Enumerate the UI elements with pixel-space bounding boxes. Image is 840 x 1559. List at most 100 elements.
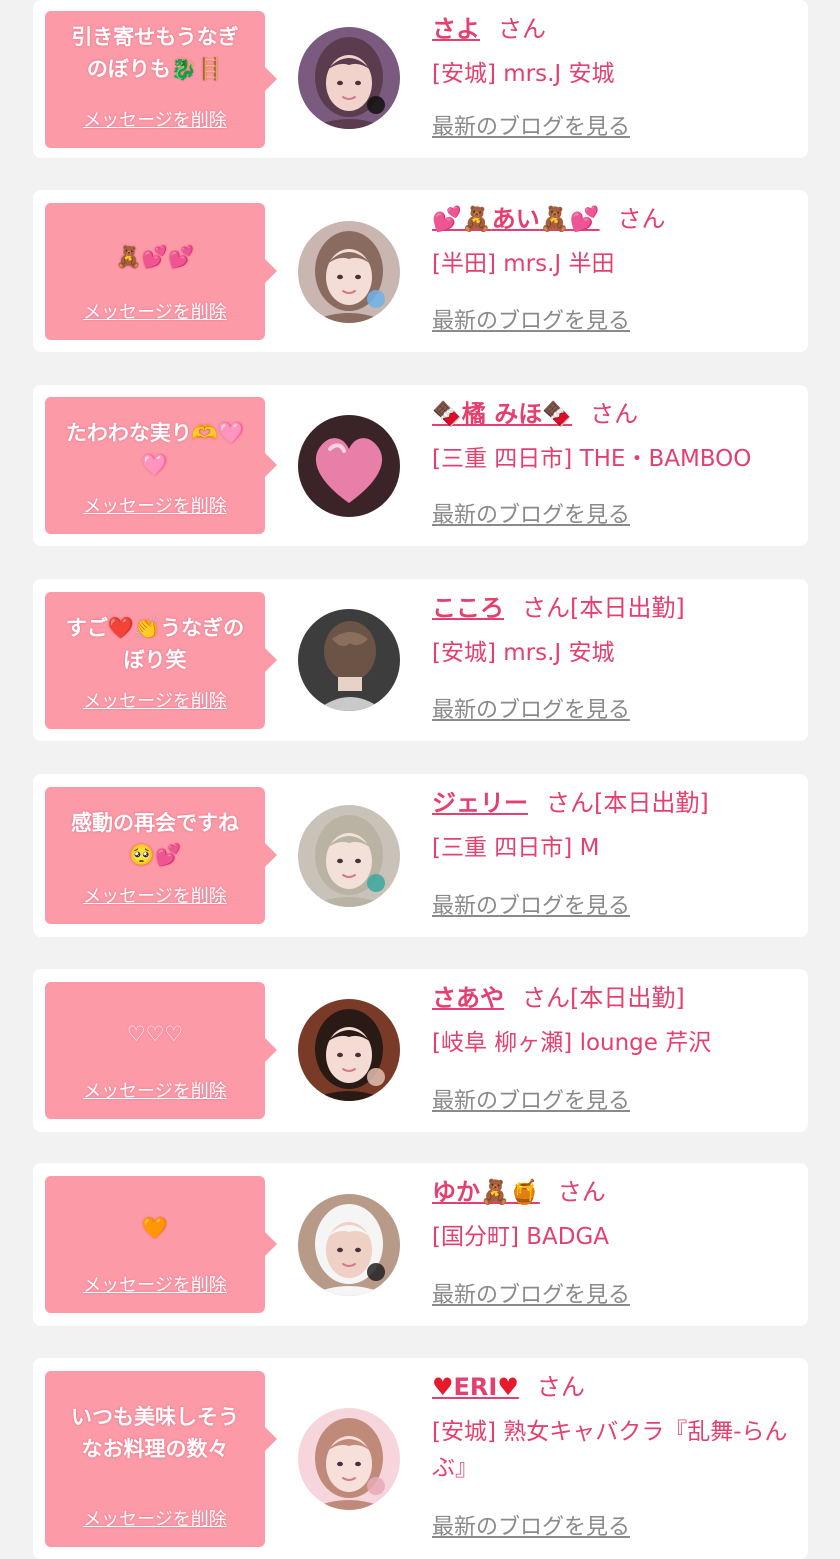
latest-blog-link[interactable]: 最新のブログを見る <box>432 1088 630 1116</box>
girl-name: こころ <box>432 594 504 622</box>
girl-name: 橘 みほ <box>461 400 543 428</box>
delete-message-link[interactable]: メッセージを削除 <box>45 691 265 713</box>
name-line: さあや さん[本日出勤] <box>432 981 794 1015</box>
latest-blog-link[interactable]: 最新のブログを見る <box>432 1514 630 1542</box>
girl-name-link[interactable]: ♥ERI♥ <box>432 1373 519 1401</box>
honorific: さん <box>498 15 546 43</box>
avatar[interactable] <box>298 805 400 907</box>
girl-name-link[interactable]: ジェリー <box>432 789 528 817</box>
latest-blog-link[interactable]: 最新のブログを見る <box>432 114 630 142</box>
message-card: 🧸💕💕 メッセージを削除 💕🧸あい🧸💕 さん [半田] mrs.J 半田 最新のブ… <box>33 190 808 352</box>
name-suffix-emoji: 🧸🍯 <box>480 1178 540 1206</box>
latest-blog-link[interactable]: 最新のブログを見る <box>432 502 630 530</box>
delete-message-link[interactable]: メッセージを削除 <box>45 302 265 324</box>
name-line: さよ さん <box>432 12 794 46</box>
message-text: 🧡 <box>141 1216 169 1240</box>
girl-name-link[interactable]: さあや <box>432 984 504 1012</box>
name-line: こころ さん[本日出勤] <box>432 591 794 625</box>
message-bubble: 引き寄せもうなぎ のぼりも🐉🪜 メッセージを削除 <box>45 11 277 148</box>
message-bubble: いつも美味しそう なお料理の数々 メッセージを削除 <box>45 1371 277 1547</box>
profile-info: ジェリー さん[本日出勤] [三重 四日市] M <box>432 786 794 866</box>
delete-message-link[interactable]: メッセージを削除 <box>45 1081 265 1103</box>
message-card: ♡♡♡ メッセージを削除 さあや さん[本日出勤] [岐阜 柳ヶ瀬] lounge… <box>33 969 808 1132</box>
girl-name: あい <box>491 205 540 233</box>
shop-name: [国分町] BADGA <box>432 1224 610 1250</box>
name-prefix-emoji: ♥ <box>432 1373 454 1401</box>
latest-blog-link[interactable]: 最新のブログを見る <box>432 697 630 725</box>
message-card: 引き寄せもうなぎ のぼりも🐉🪜 メッセージを削除 さよ さん [安城] mrs.J… <box>33 0 808 158</box>
delete-message-link[interactable]: メッセージを削除 <box>45 496 265 518</box>
honorific: さん[本日出勤] <box>522 594 685 622</box>
profile-info: 💕🧸あい🧸💕 さん [半田] mrs.J 半田 <box>432 202 794 282</box>
profile-info: 🍫橘 みほ🍫 さん [三重 四日市] THE・BAMBOO <box>432 397 794 477</box>
girl-name: さよ <box>432 15 480 43</box>
name-line: ♥ERI♥ さん <box>432 1370 794 1404</box>
message-bubble: たわわな実り🫶🩷 🩷 メッセージを削除 <box>45 397 277 534</box>
shop-name: [三重 四日市] M <box>432 835 600 861</box>
message-text: いつも美味しそう なお料理の数々 <box>71 1405 239 1461</box>
girl-name: ERI <box>453 1373 498 1401</box>
message-card: 感動の再会ですね 🥺💕 メッセージを削除 ジェリー さん[本日出勤] [三重 四日… <box>33 774 808 937</box>
girl-name: ジェリー <box>432 789 528 817</box>
latest-blog-link[interactable]: 最新のブログを見る <box>432 308 630 336</box>
shop-name: [安城] mrs.J 安城 <box>432 640 615 666</box>
message-list: 引き寄せもうなぎ のぼりも🐉🪜 メッセージを削除 さよ さん [安城] mrs.J… <box>0 0 840 1559</box>
avatar[interactable] <box>298 609 400 711</box>
name-line: 💕🧸あい🧸💕 さん <box>432 202 794 236</box>
avatar[interactable] <box>298 999 400 1101</box>
shop-name: [岐阜 柳ヶ瀬] lounge 芹沢 <box>432 1030 712 1056</box>
delete-message-link[interactable]: メッセージを削除 <box>45 1509 265 1531</box>
delete-message-link[interactable]: メッセージを削除 <box>45 1275 265 1297</box>
delete-message-link[interactable]: メッセージを削除 <box>45 886 265 908</box>
latest-blog-link[interactable]: 最新のブログを見る <box>432 1282 630 1310</box>
avatar[interactable] <box>298 221 400 323</box>
avatar[interactable] <box>298 415 400 517</box>
shop-name: [安城] mrs.J 安城 <box>432 61 615 87</box>
name-suffix-emoji: 🧸💕 <box>539 205 600 233</box>
message-text: 感動の再会ですね 🥺💕 <box>71 811 239 867</box>
honorific: さん <box>557 1178 606 1206</box>
delete-message-link[interactable]: メッセージを削除 <box>45 110 265 132</box>
name-suffix-emoji: 🍫 <box>542 400 573 428</box>
message-text: ♡♡♡ <box>126 1022 184 1046</box>
message-bubble: 感動の再会ですね 🥺💕 メッセージを削除 <box>45 787 277 924</box>
honorific: さん[本日出勤] <box>522 984 685 1012</box>
name-suffix-emoji: ♥ <box>497 1373 519 1401</box>
honorific: さん[本日出勤] <box>546 789 709 817</box>
profile-info: こころ さん[本日出勤] [安城] mrs.J 安城 <box>432 591 794 671</box>
message-card: 🧡 メッセージを削除 ゆか🧸🍯 さん [国分町] BADGA 最新のブログを見る <box>33 1163 808 1326</box>
profile-info: さよ さん [安城] mrs.J 安城 <box>432 12 794 92</box>
girl-name-link[interactable]: 💕🧸あい🧸💕 <box>432 205 600 233</box>
shop-name: [三重 四日市] THE・BAMBOO <box>432 446 752 472</box>
message-bubble: ♡♡♡ メッセージを削除 <box>45 982 277 1119</box>
message-card: すご❤️👏うなぎの ぼり笑 メッセージを削除 こころ さん[本日出勤] [安城] … <box>33 579 808 741</box>
message-bubble: 🧡 メッセージを削除 <box>45 1176 277 1313</box>
message-text: 引き寄せもうなぎ のぼりも🐉🪜 <box>71 25 239 81</box>
message-card: たわわな実り🫶🩷 🩷 メッセージを削除 🍫橘 みほ🍫 さん [三重 四日市] TH… <box>33 385 808 546</box>
girl-name-link[interactable]: ゆか🧸🍯 <box>432 1178 540 1206</box>
message-bubble: 🧸💕💕 メッセージを削除 <box>45 203 277 340</box>
girl-name-link[interactable]: さよ <box>432 15 480 43</box>
profile-info: ♥ERI♥ さん [安城] 熟女キャバクラ『乱舞-らんぶ』 <box>432 1370 794 1486</box>
girl-name: ゆか <box>432 1178 480 1206</box>
name-prefix-emoji: 🍫 <box>432 400 462 428</box>
profile-info: ゆか🧸🍯 さん [国分町] BADGA <box>432 1175 794 1255</box>
honorific: さん <box>617 205 666 233</box>
honorific: さん <box>536 1373 585 1401</box>
shop-name: [安城] 熟女キャバクラ『乱舞-らんぶ』 <box>432 1419 788 1481</box>
latest-blog-link[interactable]: 最新のブログを見る <box>432 893 630 921</box>
girl-name-link[interactable]: 🍫橘 みほ🍫 <box>432 400 572 428</box>
avatar[interactable] <box>298 1408 400 1510</box>
profile-info: さあや さん[本日出勤] [岐阜 柳ヶ瀬] lounge 芹沢 <box>432 981 794 1061</box>
name-line: ゆか🧸🍯 さん <box>432 1175 794 1209</box>
honorific: さん <box>590 400 639 428</box>
message-text: 🧸💕💕 <box>115 245 195 269</box>
name-line: 🍫橘 みほ🍫 さん <box>432 397 794 431</box>
avatar[interactable] <box>298 27 400 129</box>
message-card: いつも美味しそう なお料理の数々 メッセージを削除 ♥ERI♥ さん [安城] 熟… <box>33 1358 808 1559</box>
message-text: たわわな実り🫶🩷 🩷 <box>65 421 245 477</box>
girl-name-link[interactable]: こころ <box>432 594 504 622</box>
name-prefix-emoji: 💕🧸 <box>432 205 492 233</box>
girl-name: さあや <box>432 984 504 1012</box>
avatar[interactable] <box>298 1194 400 1296</box>
